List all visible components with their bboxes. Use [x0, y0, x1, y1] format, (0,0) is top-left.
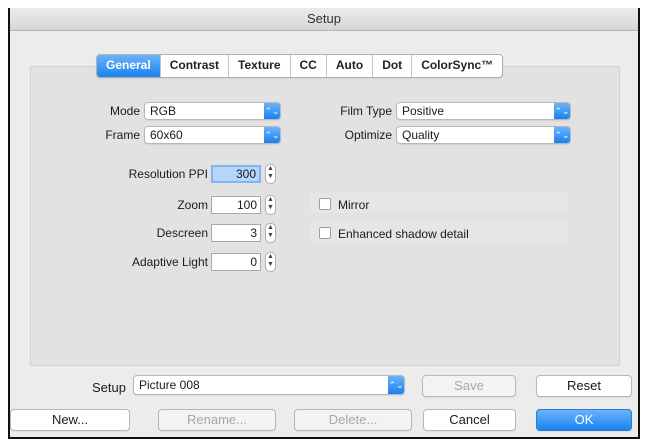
setup-popup[interactable]: Picture 008 ⌃⌄	[133, 375, 405, 395]
descreen-label: Descreen	[156, 226, 208, 240]
reset-button[interactable]: Reset	[536, 375, 632, 397]
zoom-field[interactable]: 100	[211, 196, 261, 214]
mirror-checkbox[interactable]	[319, 198, 331, 210]
zoom-stepper[interactable]: ▲ ▼	[265, 195, 276, 215]
optimize-popup[interactable]: Quality ⌃⌄	[396, 126, 571, 144]
adaptive-light-label: Adaptive Light	[131, 255, 208, 269]
tab-cc[interactable]: CC	[291, 55, 327, 77]
adaptive-light-field[interactable]: 0	[211, 253, 261, 271]
frame-label: Frame	[105, 128, 140, 142]
resolution-label: Resolution PPI	[128, 167, 208, 181]
setup-window: Setup General Contrast Texture CC Auto D…	[8, 8, 640, 439]
up-down-chevron-icon: ⌃⌄	[264, 103, 280, 119]
up-down-chevron-icon: ⌃⌄	[554, 103, 570, 119]
enhanced-shadow-label: Enhanced shadow detail	[338, 227, 469, 241]
resolution-field[interactable]: 300	[211, 165, 261, 183]
descreen-field[interactable]: 3	[211, 224, 261, 242]
tab-bar: General Contrast Texture CC Auto Dot Col…	[96, 54, 504, 78]
stepper-arrows-icon: ▲ ▼	[267, 196, 274, 211]
stepper-arrows-icon: ▲ ▼	[267, 253, 274, 268]
tab-colorsync[interactable]: ColorSync™	[412, 55, 502, 77]
enhanced-shadow-checkbox[interactable]	[319, 227, 331, 239]
adaptive-light-stepper[interactable]: ▲ ▼	[265, 252, 276, 272]
stepper-arrows-icon: ▲ ▼	[267, 165, 274, 180]
tab-texture[interactable]: Texture	[229, 55, 291, 77]
frame-popup[interactable]: 60x60 ⌃⌄	[144, 126, 281, 144]
mode-popup[interactable]: RGB ⌃⌄	[144, 102, 281, 120]
stepper-arrows-icon: ▲ ▼	[267, 224, 274, 239]
resolution-stepper[interactable]: ▲ ▼	[265, 164, 276, 184]
film-type-value: Positive	[402, 104, 445, 118]
film-type-popup[interactable]: Positive ⌃⌄	[396, 102, 571, 120]
tab-auto[interactable]: Auto	[327, 55, 374, 77]
tab-dot[interactable]: Dot	[373, 55, 413, 77]
up-down-chevron-icon: ⌃⌄	[554, 127, 570, 143]
window-title: Setup	[10, 8, 638, 31]
zoom-label: Zoom	[177, 198, 208, 212]
frame-value: 60x60	[150, 128, 183, 142]
rename-button[interactable]: Rename...	[158, 409, 276, 431]
cancel-button[interactable]: Cancel	[423, 409, 516, 431]
up-down-chevron-icon: ⌃⌄	[388, 376, 404, 394]
descreen-stepper[interactable]: ▲ ▼	[265, 223, 276, 243]
tab-contrast[interactable]: Contrast	[161, 55, 230, 77]
optimize-value: Quality	[402, 128, 440, 142]
setup-label: Setup	[92, 380, 126, 395]
mode-value: RGB	[150, 104, 177, 118]
film-type-label: Film Type	[340, 104, 392, 118]
ok-button[interactable]: OK	[536, 409, 632, 431]
new-button[interactable]: New...	[10, 409, 130, 431]
save-button[interactable]: Save	[422, 375, 516, 397]
mode-label: Mode	[109, 104, 140, 118]
up-down-chevron-icon: ⌃⌄	[264, 127, 280, 143]
delete-button[interactable]: Delete...	[294, 409, 412, 431]
optimize-label: Optimize	[344, 128, 392, 142]
setup-value: Picture 008	[139, 378, 200, 392]
mirror-label: Mirror	[338, 198, 370, 212]
tab-general[interactable]: General	[97, 55, 161, 77]
